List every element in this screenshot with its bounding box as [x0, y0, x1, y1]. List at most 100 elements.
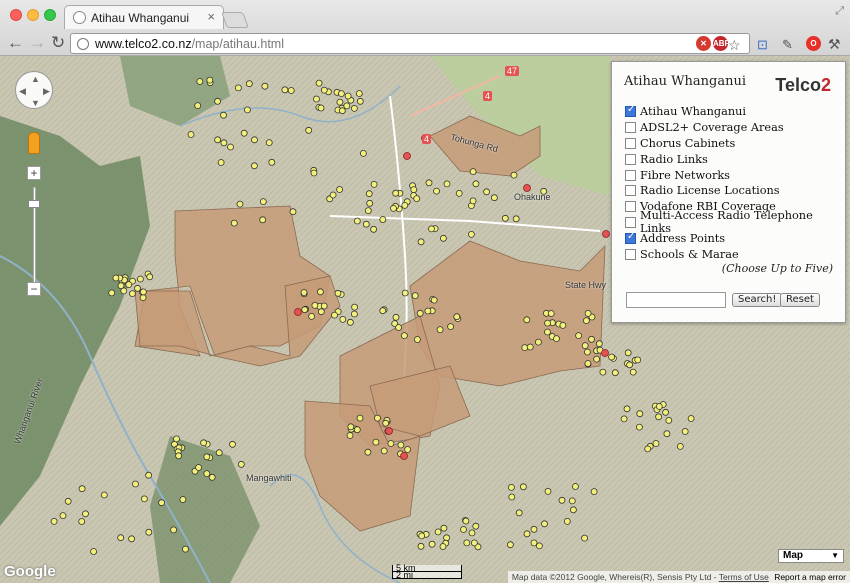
layer-checkbox[interactable] — [625, 169, 636, 181]
address-point-marker — [240, 129, 248, 137]
forward-arrow-icon[interactable]: → — [29, 33, 46, 53]
close-tab-icon[interactable]: × — [207, 9, 215, 24]
layer-checkbox[interactable] — [625, 185, 636, 197]
reload-icon[interactable]: ↻ — [51, 33, 65, 53]
layer-panel: Atihau Whanganui Telco2 Atihau Whanganui… — [611, 61, 846, 323]
fullscreen-icon[interactable]: ⤢ — [835, 5, 844, 18]
translate-icon[interactable]: ⊡ — [757, 35, 768, 55]
layer-checkbox[interactable] — [625, 216, 636, 228]
pen-icon[interactable]: ✎ — [782, 35, 793, 55]
zoom-out-button[interactable]: − — [27, 282, 41, 296]
address-point-marker — [380, 447, 388, 455]
layer-item[interactable]: ADSL2+ Coverage Areas — [625, 120, 845, 136]
layer-item[interactable]: Radio Links — [625, 151, 845, 167]
street-view-pegman-icon[interactable] — [28, 132, 40, 154]
address-point-marker — [623, 405, 631, 413]
address-point-marker — [508, 493, 516, 501]
layer-checkbox[interactable] — [625, 104, 636, 118]
layer-item[interactable]: Fibre Networks — [625, 167, 845, 183]
address-point-marker — [593, 355, 600, 363]
address-point-marker — [469, 168, 477, 175]
address-point-marker — [145, 471, 153, 479]
address-point-marker — [443, 180, 451, 188]
address-point-marker — [379, 307, 387, 315]
attribution-text: Map data ©2012 Google, Whereis(R), Sensi… — [511, 572, 717, 582]
report-error-link[interactable]: Report a map error — [774, 572, 846, 582]
address-point-marker — [251, 136, 258, 144]
layer-label: Chorus Cabinets — [640, 136, 736, 150]
pan-up-icon[interactable]: ▲ — [31, 74, 40, 84]
globe-icon — [73, 11, 86, 24]
minimize-window-button[interactable] — [27, 9, 39, 21]
address-point-marker — [374, 414, 381, 422]
layer-checkbox[interactable] — [625, 122, 636, 134]
address-point-marker — [313, 95, 320, 103]
layer-checkbox[interactable] — [625, 153, 636, 165]
search-button[interactable]: Search! — [732, 293, 783, 307]
layer-checkbox[interactable] — [625, 137, 636, 149]
pan-left-icon[interactable]: ◀ — [19, 86, 26, 97]
layer-checkbox[interactable] — [625, 248, 636, 260]
address-point-marker — [467, 230, 475, 238]
address-point-marker — [530, 525, 538, 533]
search-input[interactable] — [626, 292, 726, 308]
address-point-marker — [356, 97, 364, 105]
map-type-value: Map — [783, 550, 803, 561]
pan-right-icon[interactable]: ▶ — [43, 86, 50, 97]
address-point-marker — [443, 534, 451, 542]
address-point-marker — [411, 292, 419, 300]
address-point-marker — [430, 296, 438, 304]
pan-control[interactable]: ▲ ▼ ◀ ▶ — [15, 71, 53, 109]
address-point-marker — [353, 426, 361, 434]
address-point-marker — [395, 324, 403, 331]
address-point-marker — [117, 282, 125, 290]
layer-label: Address Points — [640, 231, 726, 245]
address-point-marker — [316, 288, 324, 296]
new-tab-button[interactable] — [221, 12, 249, 28]
layer-item[interactable]: Radio License Locations — [625, 183, 845, 199]
layer-item[interactable]: Chorus Cabinets — [625, 136, 845, 152]
layer-checkbox[interactable] — [625, 231, 636, 244]
pan-down-icon[interactable]: ▼ — [31, 98, 40, 108]
opera-icon[interactable]: O — [806, 36, 821, 51]
tab-atihau[interactable]: Atihau Whanganui × — [64, 5, 224, 29]
back-arrow-icon[interactable]: ← — [7, 33, 24, 53]
layer-label: Fibre Networks — [640, 168, 730, 182]
zoom-slider-handle[interactable] — [28, 200, 40, 208]
layer-checkbox[interactable] — [625, 201, 636, 213]
layer-item[interactable]: Schools & Marae — [625, 246, 845, 262]
address-point-marker — [346, 432, 354, 439]
address-point-marker — [82, 510, 89, 518]
address-point-marker — [599, 368, 607, 376]
address-point-marker — [117, 534, 125, 542]
abp-icon[interactable]: ABP — [713, 36, 730, 51]
zoom-in-button[interactable]: + — [27, 166, 41, 180]
telco2-logo: Telco2 — [775, 75, 831, 95]
terms-link[interactable]: Terms of Use — [719, 572, 769, 582]
google-logo[interactable]: Google — [4, 563, 56, 580]
address-bar[interactable]: www.telco2.co.nz/map/atihau.html — [70, 33, 750, 54]
place-label-mangawhiti: Mangawhiti — [246, 473, 292, 483]
page-info-icon[interactable] — [77, 38, 89, 50]
wrench-icon[interactable]: ⚒ — [828, 34, 841, 54]
map-type-select[interactable]: Map ▼ — [778, 549, 844, 563]
close-window-button[interactable] — [10, 9, 22, 21]
bookmark-star-icon[interactable]: ☆ — [728, 35, 741, 55]
address-point-marker — [530, 539, 538, 547]
address-point-marker — [681, 428, 689, 435]
zoom-window-button[interactable] — [44, 9, 56, 21]
address-point-marker — [300, 289, 308, 296]
address-point-marker — [139, 288, 147, 296]
address-point-marker — [128, 535, 136, 543]
site-marker — [400, 452, 408, 460]
address-point-marker — [365, 190, 373, 198]
address-point-marker — [132, 480, 139, 488]
address-point-marker — [581, 342, 589, 350]
layer-item[interactable]: Multi-Access Radio Telephone Links — [625, 209, 845, 235]
adblock-icon[interactable]: ✕ — [696, 36, 711, 51]
address-point-marker — [234, 84, 242, 92]
layer-item[interactable]: Atihau Whanganui — [625, 104, 845, 120]
reset-button[interactable]: Reset — [780, 293, 820, 307]
address-point-marker — [636, 423, 643, 431]
map-canvas[interactable]: ▲ ▼ ◀ ▶ + − Ohakune Mangawhiti Tohunga R… — [0, 56, 850, 583]
